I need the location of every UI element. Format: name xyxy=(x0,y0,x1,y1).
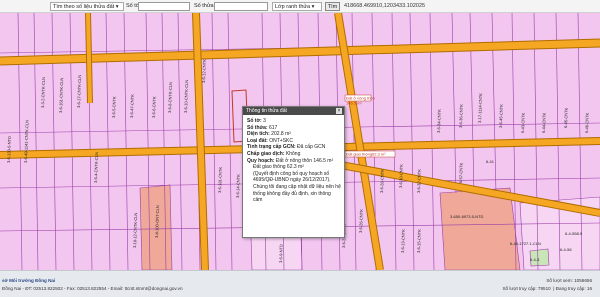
parcel-label: 6-41 xyxy=(486,159,495,164)
planning-note: (Quyết định công bố quy hoạch số 4695/QĐ… xyxy=(253,170,341,204)
parcel-label: 6-57-CNTK xyxy=(458,162,464,183)
footer-online-count: Số lượt truy cập: 79510 xyxy=(502,286,551,291)
row-area: Diện tích: 202.8 m² xyxy=(247,131,341,138)
parcel-label: 3-6-12-CNTK xyxy=(201,59,207,83)
parcel-label: 3-6-30-CNTK xyxy=(398,164,404,188)
row-label: Số thửa: xyxy=(247,124,268,131)
row-value: ONT+SKC xyxy=(269,137,293,144)
parcel-label: 3-6-14-CNTK xyxy=(235,174,241,198)
parcel-label: 6-44-1727.1-CLN xyxy=(510,241,541,246)
parcel-label: 3-6-26-CNTK xyxy=(358,209,364,233)
parcel-label: 3-6-45-CNTK xyxy=(498,104,504,128)
parcel-label: 3-17-1114-CNTK xyxy=(477,93,483,123)
coordinates-readout: 418668.469910,1203433.102025 xyxy=(344,3,426,9)
parcel-label: 3-6-5-CNTK xyxy=(111,96,117,118)
row-parcel: Số thửa: 617 xyxy=(247,125,341,132)
row-planning-extra: Đất giao thông 62.3 m² xyxy=(253,164,304,171)
parcel-label: 3-6-15-CNTK xyxy=(416,229,422,253)
parcel-label: 3-6-130-5-NTD xyxy=(6,136,12,163)
search-mode-label: Tìm theo số liệu thửa đất xyxy=(53,4,115,10)
footer-visits: Số lượt xem: 1056656 xyxy=(546,278,592,283)
row-label: Chấp giao dịch: xyxy=(247,150,285,157)
popup-body: Số tờ: 3 Số thửa: 617 Diện tích: 202.8 m… xyxy=(243,115,344,204)
parcel-label: 6-45-CNTK xyxy=(563,107,569,128)
parcel-label: 3-6-32-CNTK xyxy=(416,169,422,193)
row-label: Tình trạng cấp GCN: xyxy=(247,144,296,151)
parcel-label: 6-4-3 xyxy=(530,257,540,262)
parcel-label: 6-43-CNTK xyxy=(520,112,526,133)
footer-current: Đang truy cập: 16 xyxy=(555,286,592,291)
chevron-down-icon: ▾ xyxy=(311,4,315,10)
footer-address: Đồng Nai - ĐT: 02513.822502 - Fax: 02513… xyxy=(2,286,183,291)
road-small xyxy=(86,13,92,104)
parcel-label: Số thửa xyxy=(194,3,214,9)
parcel-label: 3-6-181-CNTK xyxy=(217,167,223,193)
search-mode-select[interactable]: Tìm theo số liệu thửa đất ▾ xyxy=(50,2,124,11)
parcel-label: 3-6-36-CNTK xyxy=(458,104,464,128)
row-label: Số tờ: xyxy=(247,118,262,124)
parcel-label: 3-6-28-CNTK xyxy=(379,169,385,193)
parcel-info-popup: Thông tin thửa đất × Số tờ: 3 Số thửa: 6… xyxy=(242,106,345,238)
row-label: Loại đất: xyxy=(247,137,268,144)
footer-org: sở Môi trường Đồng Nai xyxy=(2,278,56,283)
parcel-label: 3-6-13-CNTK xyxy=(400,229,406,253)
row-sheet: Số tờ: 3 xyxy=(247,118,341,125)
row-value: 202.8 m² xyxy=(271,131,291,138)
row-value: Đất ở nông thôn 146.5 m² xyxy=(275,157,334,164)
row-gcn-status: Tình trạng cấp GCN: Đã cấp GCN xyxy=(247,144,341,151)
footer-online: Số lượt truy cập: 79510 | Đang truy cập:… xyxy=(502,286,592,291)
zone-label-bottom: Đất giao thông xyxy=(346,152,372,157)
parcel-salmon-1[interactable] xyxy=(439,187,521,270)
zone-value-top: 146.5 m² xyxy=(346,101,362,106)
row-planning: Quy hoạch: Đất ở nông thôn 146.5 m² xyxy=(247,158,341,165)
toolbar: Tìm theo số liệu thửa đất ▾ Số tờ Số thử… xyxy=(0,0,600,13)
chevron-down-icon: ▾ xyxy=(115,4,119,10)
search-button[interactable]: Tìm xyxy=(325,2,340,11)
row-label: Diện tích: xyxy=(247,131,270,138)
parcel-label: 3-6-34-CNTK xyxy=(436,109,442,133)
parcel-label: 6-4-558.9 xyxy=(565,231,583,236)
parcel-label: 3-650-6973.5-NTD xyxy=(450,214,483,219)
layer-select-label: Lớp ranh thửa xyxy=(275,4,311,10)
parcel-label: 6-46-CNTK xyxy=(584,112,590,133)
row-value: Đã cấp GCN xyxy=(297,144,326,151)
parcel-label: 3-6-9-NTD xyxy=(278,244,284,263)
parcel-label: 6-4-56 xyxy=(560,247,572,252)
sheet-input[interactable] xyxy=(138,2,190,11)
parcel-input[interactable] xyxy=(214,2,268,11)
parcel-label: 6-44-CNTK xyxy=(541,112,547,133)
parcel-label: 3-6-6-CNTK xyxy=(151,96,157,118)
row-value: Không xyxy=(285,150,301,157)
row-value: 3 xyxy=(263,118,266,124)
row-transaction: Chấp giao dịch: Không xyxy=(247,151,341,158)
footer: sở Môi trường Đồng Nai Đồng Nai - ĐT: 02… xyxy=(0,270,600,297)
close-icon[interactable]: × xyxy=(336,108,342,114)
row-value: 617 xyxy=(268,124,278,131)
popup-header: Thông tin thửa đất × xyxy=(243,107,344,115)
parcel-label: 3-6-47-CNTK xyxy=(129,94,135,118)
row-label: Quy hoạch: xyxy=(247,157,275,164)
layer-select[interactable]: Lớp ranh thửa ▾ xyxy=(272,2,322,11)
popup-title: Thông tin thửa đất xyxy=(246,108,287,114)
cadastral-map[interactable]: Đất ở nông thôn 146.5 m² Đất giao thông … xyxy=(0,13,600,270)
zone-value-bottom: 62.3 m² xyxy=(372,152,386,157)
